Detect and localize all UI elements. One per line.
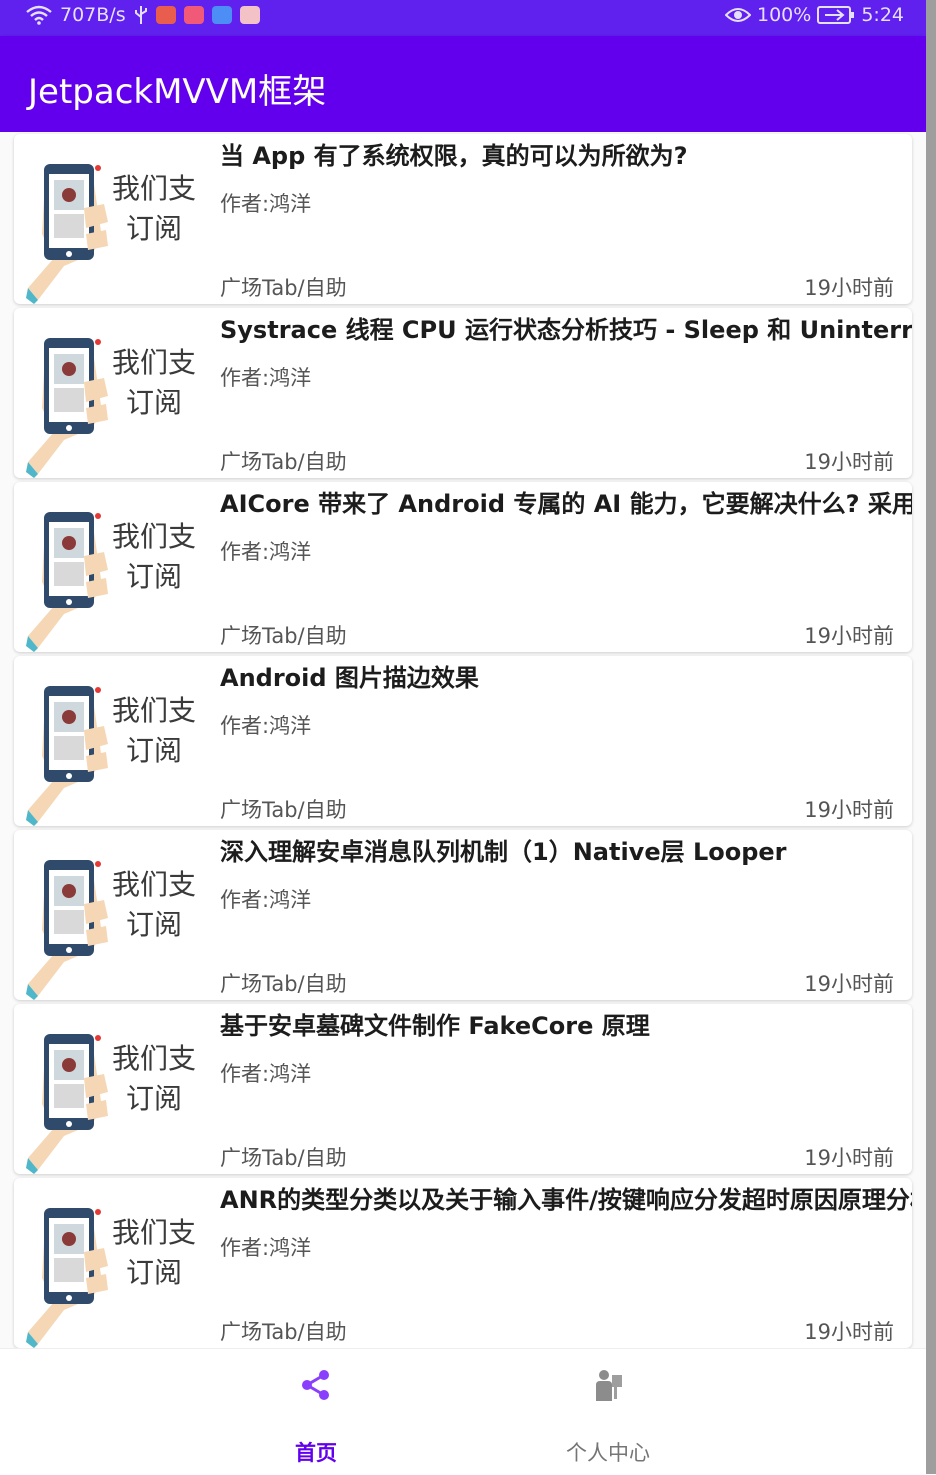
article-card[interactable]: 我们支订阅 Systrace 线程 CPU 运行状态分析技巧 - Sleep 和… bbox=[14, 308, 912, 478]
article-card[interactable]: 我们支订阅 Android 图片描边效果 作者:鸿洋 广场Tab/自助 19小时… bbox=[14, 656, 912, 826]
thumbnail-text-line1: 我们支 bbox=[112, 694, 196, 727]
phone-qr-illustration: 我们支订阅 bbox=[26, 512, 196, 652]
article-thumbnail: 我们支 订阅 bbox=[24, 1182, 204, 1348]
article-thumbnail: 我们支 订阅 bbox=[24, 312, 204, 478]
article-title: 基于安卓墓碑文件制作 FakeCore 原理 bbox=[220, 1012, 650, 1040]
phone-qr-illustration: 我们支订阅 bbox=[26, 164, 196, 304]
app-title: JetpackMVVM框架 bbox=[28, 72, 327, 112]
article-chapter: 广场Tab/自助 bbox=[220, 450, 347, 474]
article-title: AICore 带来了 Android 专属的 AI 能力，它要解决什么? 采用什… bbox=[220, 490, 912, 518]
article-thumbnail: 我们支 订阅 bbox=[24, 138, 204, 304]
article-title: 深入理解安卓消息队列机制（1）Native层 Looper bbox=[220, 838, 787, 866]
article-chapter: 广场Tab/自助 bbox=[220, 972, 347, 996]
article-time: 19小时前 bbox=[804, 624, 894, 648]
thumbnail-text-line1: 我们支 bbox=[112, 1042, 196, 1075]
article-author: 作者:鸿洋 bbox=[220, 192, 312, 216]
wifi-icon bbox=[26, 5, 52, 25]
article-thumbnail: 我们支 订阅 bbox=[24, 1008, 204, 1174]
clock: 5:24 bbox=[861, 4, 904, 26]
thumbnail-text-line1: 我们支 bbox=[112, 1216, 196, 1249]
phone-qr-illustration: 我们支订阅 bbox=[26, 1208, 196, 1348]
article-author: 作者:鸿洋 bbox=[220, 540, 312, 564]
article-card[interactable]: 我们支订阅 深入理解安卓消息队列机制（1）Native层 Looper 作者:鸿… bbox=[14, 830, 912, 1000]
thumbnail-text-line1: 我们支 bbox=[112, 172, 196, 205]
usb-icon bbox=[134, 6, 147, 24]
article-author: 作者:鸿洋 bbox=[220, 366, 312, 390]
status-bar: 707B/s 100% 5:24 bbox=[0, 0, 926, 36]
network-speed: 707B/s bbox=[60, 4, 126, 26]
reader-notification-icon bbox=[239, 6, 260, 24]
bottom-navigation: 首页 个人中心 bbox=[0, 1348, 926, 1475]
nav-home[interactable]: 首页 bbox=[216, 1349, 416, 1475]
phone-qr-illustration: 我们支订阅 bbox=[26, 338, 196, 478]
nav-home-label: 首页 bbox=[295, 1441, 337, 1465]
app-notification-icon bbox=[155, 6, 176, 24]
person-icon bbox=[596, 1370, 622, 1401]
article-time: 19小时前 bbox=[804, 798, 894, 822]
eye-icon bbox=[725, 8, 751, 22]
article-time: 19小时前 bbox=[804, 1146, 894, 1170]
article-thumbnail: 我们支 订阅 bbox=[24, 486, 204, 652]
article-chapter: 广场Tab/自助 bbox=[220, 624, 347, 648]
article-title: Systrace 线程 CPU 运行状态分析技巧 - Sleep 和 Unint… bbox=[220, 316, 912, 344]
article-chapter: 广场Tab/自助 bbox=[220, 1320, 347, 1344]
article-title: Android 图片描边效果 bbox=[220, 664, 479, 692]
article-list[interactable]: 我们支 订阅 当 App 有了系统权限，真的可以为所欲为? 作者:鸿洋 广场Tab… bbox=[0, 132, 926, 1348]
article-card[interactable]: 我们支订阅 AICore 带来了 Android 专属的 AI 能力，它要解决什… bbox=[14, 482, 912, 652]
article-author: 作者:鸿洋 bbox=[220, 1062, 312, 1086]
share-icon bbox=[302, 1370, 329, 1400]
thumbnail-text-line2: 订阅 bbox=[126, 734, 182, 767]
article-title: 当 App 有了系统权限，真的可以为所欲为? bbox=[220, 142, 688, 170]
article-time: 19小时前 bbox=[804, 1320, 894, 1344]
phone-qr-illustration: 我们支订阅 bbox=[26, 686, 196, 826]
article-time: 19小时前 bbox=[804, 972, 894, 996]
article-chapter: 广场Tab/自助 bbox=[220, 276, 347, 300]
thumbnail-text-line2: 订阅 bbox=[126, 1082, 182, 1115]
phone-qr-illustration: 我们支订阅 bbox=[26, 860, 196, 1000]
article-card[interactable]: 我们支订阅 当 App 有了系统权限，真的可以为所欲为? 作者:鸿洋 广场Tab… bbox=[14, 134, 912, 304]
battery-icon bbox=[817, 6, 855, 24]
article-author: 作者:鸿洋 bbox=[220, 1236, 312, 1260]
article-card[interactable]: 我们支订阅 基于安卓墓碑文件制作 FakeCore 原理 作者:鸿洋 广场Tab… bbox=[14, 1004, 912, 1174]
app-bar: JetpackMVVM框架 bbox=[0, 36, 926, 132]
battery-percent: 100% bbox=[757, 4, 812, 26]
article-chapter: 广场Tab/自助 bbox=[220, 798, 347, 822]
article-card[interactable]: 我们支订阅 ANR的类型分类以及关于输入事件/按键响应分发超时原因原理分析 作者… bbox=[14, 1178, 912, 1348]
thumbnail-text-line2: 订阅 bbox=[126, 386, 182, 419]
thumbnail-text-line1: 我们支 bbox=[112, 520, 196, 553]
thumbnail-text-line2: 订阅 bbox=[126, 560, 182, 593]
article-chapter: 广场Tab/自助 bbox=[220, 1146, 347, 1170]
nav-profile-label: 个人中心 bbox=[566, 1441, 650, 1465]
article-time: 19小时前 bbox=[804, 450, 894, 474]
article-time: 19小时前 bbox=[804, 276, 894, 300]
article-author: 作者:鸿洋 bbox=[220, 714, 312, 738]
thumbnail-text-line2: 订阅 bbox=[126, 1256, 182, 1289]
nav-profile[interactable]: 个人中心 bbox=[508, 1349, 708, 1475]
phone-qr-illustration: 我们支订阅 bbox=[26, 1034, 196, 1174]
article-author: 作者:鸿洋 bbox=[220, 888, 312, 912]
thumbnail-text-line2: 订阅 bbox=[126, 908, 182, 941]
thumbnail-text-line1: 我们支 bbox=[112, 346, 196, 379]
article-title: ANR的类型分类以及关于输入事件/按键响应分发超时原因原理分析 bbox=[220, 1186, 912, 1214]
article-thumbnail: 我们支 订阅 bbox=[24, 834, 204, 1000]
screen-edge bbox=[926, 0, 936, 1474]
music-notification-icon bbox=[211, 6, 232, 24]
thumbnail-text-line1: 我们支 bbox=[112, 868, 196, 901]
book-notification-icon bbox=[183, 6, 204, 24]
thumbnail-text-line2: 订阅 bbox=[126, 212, 182, 245]
article-thumbnail: 我们支 订阅 bbox=[24, 660, 204, 826]
